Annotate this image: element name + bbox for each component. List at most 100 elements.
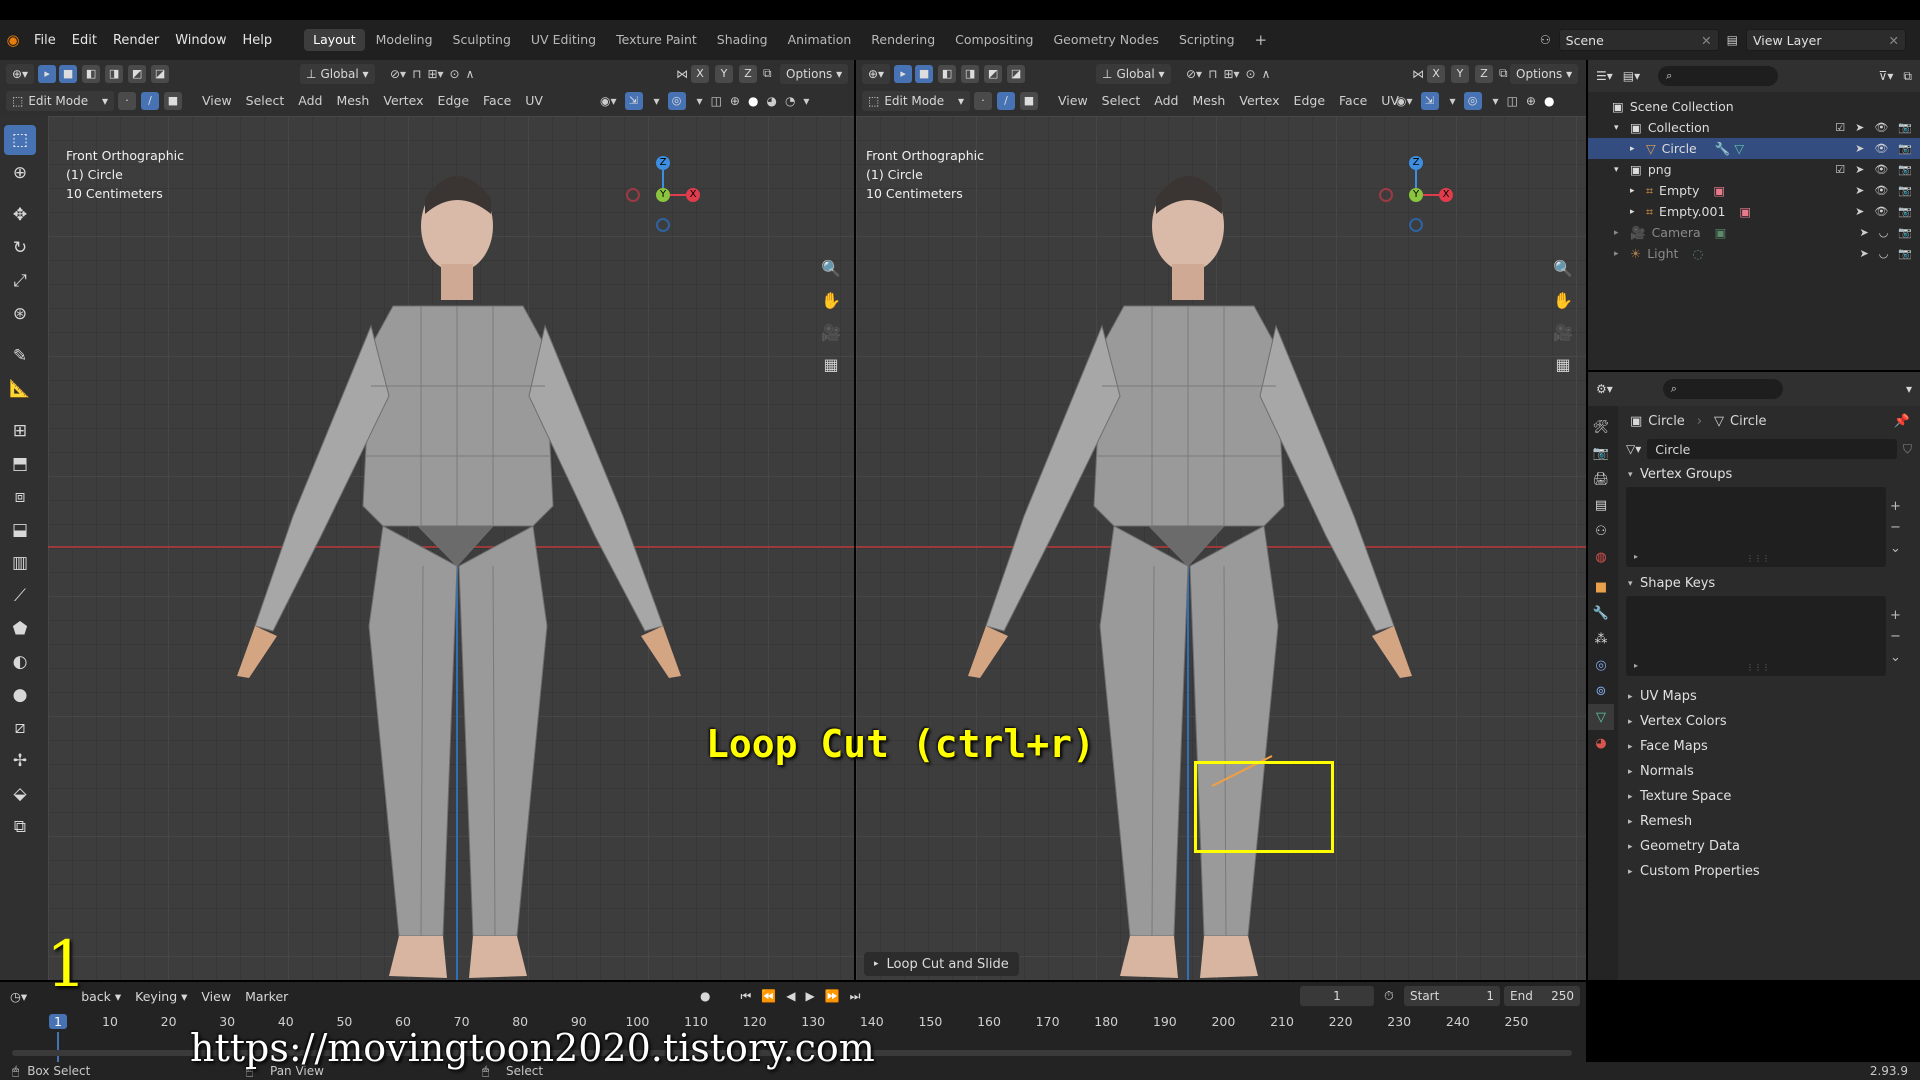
pivot-icon[interactable]: ⊘▾ (1186, 67, 1202, 81)
select-mode-invert-icon[interactable]: ◩ (128, 64, 147, 83)
viewport-left[interactable]: ⊕▾ ▸ ■ ◧ ◨ ◩ ◪ ⊥ Global ▾ ⊘▾ ⊓ ⊞▾ ⊙ ∧ ⋈ (0, 60, 854, 980)
gizmo-toggle-icon[interactable]: ⇲ (1420, 91, 1439, 110)
jump-start-icon[interactable]: ⏮ (740, 989, 751, 1004)
menu-select[interactable]: Select (239, 91, 292, 111)
tree-row-collection[interactable]: ▾ ▣ Collection ☑ ➤ 👁 📷 (1588, 117, 1920, 138)
transform-tool-icon[interactable]: ⊛ (4, 299, 36, 329)
face-select-icon[interactable]: ■ (164, 91, 182, 110)
gizmo-y-icon[interactable]: Y (656, 188, 670, 202)
chevron-down-icon[interactable]: ⌄ (1890, 650, 1901, 665)
select-mode-subtract-icon[interactable]: ◨ (105, 64, 124, 83)
vertex-select-icon[interactable]: · (118, 91, 136, 110)
menu-add[interactable]: Add (291, 91, 329, 111)
eye-icon[interactable]: 👁 (1874, 184, 1888, 197)
character-mesh-left[interactable] (193, 156, 723, 980)
shear-tool-icon[interactable]: ⬙ (4, 779, 36, 809)
scene-selector[interactable]: Scene ✕ (1558, 29, 1719, 51)
section-shape-keys[interactable]: ▾ Shape Keys (1618, 571, 1920, 596)
jump-key-back-icon[interactable]: ⏪ (761, 989, 776, 1003)
select-mode-intersect-icon[interactable]: ◪ (151, 64, 170, 83)
scale-tool-icon[interactable]: ⤢ (4, 266, 36, 296)
mode-dropdown[interactable]: ⬚ Edit Mode ▾ (862, 90, 970, 111)
select-mode-new-icon[interactable]: ■ (59, 64, 78, 83)
gizmo-toggle-icon[interactable]: ⇲ (624, 91, 643, 110)
tree-row-empty[interactable]: ▸ ⌗ Empty ▣ ➤ 👁 📷 (1588, 180, 1920, 201)
section-geometry-data[interactable]: ▸ Geometry Data (1618, 834, 1920, 859)
inset-tool-icon[interactable]: ⧈ (4, 482, 36, 512)
options-dropdown[interactable]: Options ▾ (1510, 63, 1579, 84)
play-icon[interactable]: ▶ (805, 989, 814, 1003)
tab-scripting[interactable]: Scripting (1170, 29, 1244, 51)
menu-edge[interactable]: Edge (1287, 91, 1332, 111)
select-arrow-icon[interactable]: ➤ (1855, 121, 1864, 134)
add-cube-tool-icon[interactable]: ⊞ (4, 416, 36, 446)
record-icon[interactable]: ● (700, 989, 710, 1003)
viewport-canvas-right[interactable]: Front Orthographic (1) Circle 10 Centime… (856, 116, 1586, 980)
world-tab-icon[interactable]: ◍ (1588, 544, 1614, 570)
section-vertex-groups[interactable]: ▾ Vertex Groups (1618, 462, 1920, 487)
display-mode-icon[interactable]: ▤▾ (1623, 69, 1640, 83)
select-mode-intersect-icon[interactable]: ◪ (1007, 64, 1026, 83)
data-tab-icon[interactable]: ▽ (1588, 704, 1614, 730)
expand-arrow-icon[interactable]: ▸ (1634, 661, 1638, 670)
gizmo-z-icon[interactable]: Z (656, 156, 670, 170)
axis-x-toggle[interactable]: X (1427, 64, 1445, 83)
checkbox-icon[interactable]: ☑ (1835, 163, 1845, 176)
extrude-tool-icon[interactable]: ⬒ (4, 449, 36, 479)
playback-menu[interactable]: back ▾ (81, 989, 121, 1004)
expand-arrow-icon[interactable]: ▾ (1614, 165, 1630, 175)
editor-type-icon[interactable]: ☰▾ (1596, 69, 1613, 83)
remove-icon[interactable]: − (1890, 520, 1901, 535)
tool-tab-icon[interactable]: 🛠 (1588, 414, 1614, 440)
render-camera-icon[interactable]: 📷 (1898, 142, 1912, 155)
rotate-tool-icon[interactable]: ↻ (4, 233, 36, 263)
select-arrow-icon[interactable]: ➤ (1859, 226, 1868, 239)
tab-rendering[interactable]: Rendering (862, 29, 944, 51)
pan-hand-icon[interactable]: ✋ (1551, 288, 1575, 312)
select-box-icon[interactable]: ▸ (38, 64, 57, 83)
xray-icon[interactable]: ◫ (711, 94, 722, 108)
remove-icon[interactable]: − (1890, 629, 1901, 644)
expand-arrow-icon[interactable]: ▸ (1630, 207, 1646, 217)
camera-icon[interactable]: 🎥 (1551, 320, 1575, 344)
select-mode-subtract-icon[interactable]: ◨ (961, 64, 980, 83)
menu-edge[interactable]: Edge (431, 91, 476, 111)
select-arrow-icon[interactable]: ➤ (1859, 247, 1868, 260)
tab-geometry-nodes[interactable]: Geometry Nodes (1045, 29, 1168, 51)
proportional-icon[interactable]: ⊙ (1246, 67, 1256, 81)
zoom-icon[interactable]: 🔍 (1551, 256, 1575, 280)
autoxform-icon[interactable]: ⧉ (763, 66, 772, 81)
add-icon[interactable]: + (1890, 499, 1901, 514)
shading-wireframe-icon[interactable]: ⊕ (1526, 94, 1536, 108)
shading-solid-icon[interactable]: ● (748, 94, 758, 108)
axis-x-toggle[interactable]: X (691, 64, 709, 83)
bevel-tool-icon[interactable]: ⬓ (4, 515, 36, 545)
edge-slide-tool-icon[interactable]: ⧄ (4, 713, 36, 743)
move-tool-icon[interactable]: ✥ (4, 200, 36, 230)
tree-row-circle[interactable]: ▸ ▽ Circle 🔧 ▽ ➤ 👁 📷 (1588, 138, 1920, 159)
pan-hand-icon[interactable]: ✋ (819, 288, 843, 312)
object-tab-icon[interactable]: ■ (1588, 574, 1614, 600)
edge-select-icon[interactable]: / (997, 91, 1015, 110)
smooth-tool-icon[interactable]: ● (4, 680, 36, 710)
shrink-fatten-tool-icon[interactable]: ✢ (4, 746, 36, 776)
grid-icon[interactable]: ▦ (1551, 352, 1575, 376)
jump-key-forward-icon[interactable]: ⏩ (825, 989, 840, 1003)
render-camera-icon[interactable]: 📷 (1898, 121, 1912, 134)
select-mode-extend-icon[interactable]: ◧ (82, 64, 101, 83)
tab-layout[interactable]: Layout (304, 29, 365, 51)
menu-face[interactable]: Face (1332, 91, 1374, 111)
gizmo-x-icon[interactable]: X (1439, 188, 1453, 202)
section-vertex-colors[interactable]: ▸ Vertex Colors (1618, 709, 1920, 734)
loop-cut-tool-icon[interactable]: ▥ (4, 548, 36, 578)
viewport-right[interactable]: ⊕▾ ▸ ■ ◧ ◨ ◩ ◪ ⊥ Global ▾ ⊘▾ ⊓ ⊞▾ ⊙ ∧ ⋈ (856, 60, 1586, 980)
shading-options-icon[interactable]: ▾ (803, 94, 809, 108)
tab-uv-editing[interactable]: UV Editing (522, 29, 605, 51)
material-tab-icon[interactable]: ◕ (1588, 730, 1614, 756)
mesh-name-field[interactable]: Circle (1647, 439, 1897, 459)
add-icon[interactable]: + (1890, 608, 1901, 623)
tab-sculpting[interactable]: Sculpting (444, 29, 520, 51)
timeline-marker-menu[interactable]: Marker (245, 989, 288, 1004)
editor-type-icon[interactable]: ⚙▾ (1596, 382, 1613, 396)
checkbox-icon[interactable]: ☑ (1835, 121, 1845, 134)
